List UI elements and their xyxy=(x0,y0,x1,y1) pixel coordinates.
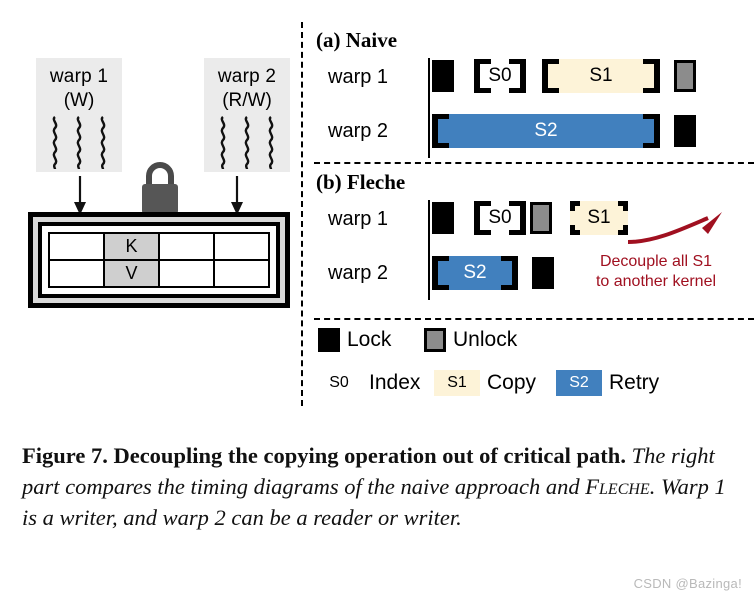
kv-table-inner-frame: K V xyxy=(38,222,280,298)
warp2-mode: (R/W) xyxy=(222,90,272,111)
section-title-fleche: (b) Fleche xyxy=(316,170,406,194)
naive-warp1-unlock-block xyxy=(674,60,696,92)
naive-warp2-s2-block: S2 xyxy=(432,114,660,148)
curved-arrow-icon xyxy=(624,200,732,257)
section-divider-1 xyxy=(314,162,754,164)
decouple-annotation-line1: Decouple all S1 xyxy=(599,253,713,270)
kv-grid: K V xyxy=(48,232,270,288)
kv-cell-key: K xyxy=(103,232,160,261)
left-diagram: warp 1 (W) warp 2 (R/W) K V xyxy=(0,0,300,420)
squiggly-threads-icon xyxy=(50,116,109,172)
block-label: S2 xyxy=(534,120,558,141)
legend-label: Lock xyxy=(347,328,392,351)
fleche-warp2-lock-block xyxy=(532,257,554,289)
naive-timeline-axis xyxy=(428,58,430,158)
warp2-box: warp 2 (R/W) xyxy=(204,58,290,172)
section-title-naive: (a) Naive xyxy=(316,28,398,52)
naive-warp1-label: warp 1 xyxy=(328,66,389,88)
legend-item-retry: S2 Retry xyxy=(556,370,659,396)
block-label: S1 xyxy=(587,207,611,228)
fleche-warp2-label: warp 2 xyxy=(328,262,389,284)
legend-tag: S0 xyxy=(329,374,349,391)
kv-cell xyxy=(158,232,215,261)
lock-swatch xyxy=(318,328,340,352)
section-divider-2 xyxy=(314,318,754,320)
timing-diagrams-panel: (a) Naive warp 1 warp 2 S0 S1 S2 (b) Fle… xyxy=(306,22,754,412)
fleche-warp1-label: warp 1 xyxy=(328,208,389,230)
caption-bold-title: Decoupling the copying operation out of … xyxy=(113,443,626,468)
kv-cell-value: V xyxy=(103,259,160,288)
fleche-warp2-s2-block: S2 xyxy=(432,256,518,290)
naive-warp2-label: warp 2 xyxy=(328,120,389,142)
watermark: CSDN @Bazinga! xyxy=(633,576,742,591)
block-label: S0 xyxy=(488,207,512,228)
system-name: Fleche xyxy=(585,474,650,499)
s0-swatch: S0 xyxy=(316,370,362,396)
legend-item-lock: Lock xyxy=(318,328,391,352)
legend-item-unlock: Unlock xyxy=(424,328,517,352)
legend-tag: S2 xyxy=(569,374,589,391)
naive-warp1-s0-block: S0 xyxy=(474,59,526,93)
squiggly-threads-icon xyxy=(218,116,277,172)
naive-warp1-lock-block xyxy=(432,60,454,92)
naive-warp1-s1-block: S1 xyxy=(542,59,660,93)
warp2-title: warp 2 xyxy=(217,66,277,87)
block-label: S2 xyxy=(463,262,487,283)
fleche-warp1-s1-block: S1 xyxy=(570,201,628,235)
legend: Lock Unlock S0 Index S1 Copy S2 Retry xyxy=(306,322,754,412)
legend-label: Copy xyxy=(487,371,537,394)
legend-tag: S1 xyxy=(447,374,467,391)
legend-item-copy: S1 Copy xyxy=(434,370,536,396)
warp2-down-arrow-icon xyxy=(229,176,245,216)
panel-divider xyxy=(301,22,303,406)
legend-label: Index xyxy=(369,371,421,394)
kv-cell xyxy=(48,259,105,288)
kv-cell xyxy=(48,232,105,261)
kv-cell xyxy=(213,232,270,261)
legend-item-index: S0 Index xyxy=(316,370,420,396)
fleche-warp1-unlock-block xyxy=(530,202,552,234)
unlock-swatch xyxy=(424,328,446,352)
naive-warp2-lock-block xyxy=(674,115,696,147)
s2-swatch: S2 xyxy=(556,370,602,396)
kv-cell xyxy=(158,259,215,288)
block-label: S0 xyxy=(488,65,512,86)
decouple-annotation: Decouple all S1 to another kernel xyxy=(564,252,748,292)
fleche-warp1-lock-block xyxy=(432,202,454,234)
warp1-mode: (W) xyxy=(63,90,95,111)
warp1-down-arrow-icon xyxy=(72,176,88,216)
kv-cell xyxy=(213,259,270,288)
legend-label: Retry xyxy=(609,371,660,394)
figure-label: Figure 7. xyxy=(22,443,108,468)
decouple-annotation-line2: to another kernel xyxy=(595,273,717,290)
warp1-title: warp 1 xyxy=(49,66,109,87)
figure-caption: Figure 7. Decoupling the copying operati… xyxy=(22,440,734,533)
block-label: S1 xyxy=(589,65,613,86)
fleche-timeline-axis xyxy=(428,200,430,300)
legend-label: Unlock xyxy=(453,328,518,351)
kv-cache-table: K V xyxy=(28,212,290,308)
s1-swatch: S1 xyxy=(434,370,480,396)
warp1-box: warp 1 (W) xyxy=(36,58,122,172)
fleche-warp1-s0-block: S0 xyxy=(474,201,526,235)
